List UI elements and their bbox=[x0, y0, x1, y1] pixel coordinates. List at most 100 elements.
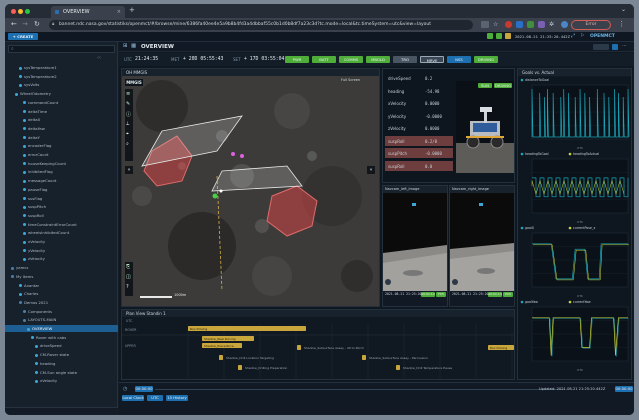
status-toggle-button[interactable]: MRVE bbox=[420, 56, 444, 63]
close-tab-icon[interactable]: × bbox=[117, 6, 121, 18]
lunar-map[interactable]: MMGIS ≡ ✎ ⓘ ⟂ ⌖ ⌕ » « ⎘ ◫ ? 1000m Full S… bbox=[122, 76, 379, 306]
sidebar-item[interactable]: sysTemperature1 bbox=[5, 64, 118, 71]
sidebar-item[interactable]: deltaX bbox=[5, 116, 118, 123]
sidebar-item[interactable]: deltaTime bbox=[5, 108, 118, 115]
timeline-activity-bar[interactable] bbox=[396, 365, 400, 370]
sidebar-item[interactable]: WheelOdometry bbox=[5, 90, 118, 97]
location-icon[interactable]: ⌖ bbox=[126, 131, 129, 137]
status-toggle-button[interactable]: DRIVING bbox=[474, 56, 498, 63]
start-time-input[interactable]: 00:00:00 bbox=[135, 386, 153, 392]
extensions-puzzle-icon[interactable]: ✲ bbox=[549, 21, 554, 28]
sidebar-item[interactable]: heading bbox=[5, 360, 118, 367]
sidebar-item[interactable]: inhibitedFlag bbox=[5, 168, 118, 175]
extension-icon[interactable] bbox=[505, 21, 512, 28]
sidebar-item[interactable]: deltaY bbox=[5, 134, 118, 141]
status-toggle-button[interactable]: PWR bbox=[285, 56, 309, 63]
sidebar-item[interactable]: OVERVIEW bbox=[5, 325, 118, 332]
more-options-icon[interactable]: ⋯ bbox=[622, 43, 627, 49]
sidebar-item[interactable]: sysVolts bbox=[5, 81, 118, 88]
status-indicator-icon[interactable] bbox=[496, 33, 502, 39]
sidebar-item[interactable]: My Items bbox=[5, 273, 118, 280]
forward-icon[interactable]: → bbox=[22, 20, 28, 28]
rover-driving-button[interactable]: DRIVING bbox=[494, 83, 512, 88]
sidebar-item[interactable]: timeConstraintErrorCount bbox=[5, 221, 118, 228]
draw-icon[interactable]: ✎ bbox=[126, 101, 130, 107]
fullscreen-link[interactable]: Full Screen bbox=[341, 78, 360, 82]
telemetry-row[interactable]: suspPitch -0.0000 bbox=[385, 148, 453, 158]
view-switcher-button[interactable] bbox=[593, 44, 609, 50]
sidebar-item[interactable]: driveSpeed bbox=[5, 342, 118, 349]
sidebar-item[interactable]: sysTemperature2 bbox=[5, 73, 118, 80]
timeline-activity-bar[interactable] bbox=[482, 326, 514, 331]
sidebar-item[interactable]: wheelsInhibitedCount bbox=[5, 229, 118, 236]
sidebar-item[interactable]: messageCount bbox=[5, 177, 118, 184]
telemetry-row[interactable]: heading -54.98 bbox=[385, 86, 453, 96]
telemetry-row[interactable]: zVelocity 0.0000 bbox=[385, 123, 453, 133]
reload-icon[interactable]: ↻ bbox=[34, 20, 40, 28]
sidebar-item[interactable]: yamcs bbox=[5, 264, 118, 271]
sidebar-item[interactable]: houseKeepingCount bbox=[5, 160, 118, 167]
status-indicator-icon[interactable] bbox=[505, 33, 511, 39]
create-button[interactable]: + CREATE bbox=[8, 33, 38, 40]
layers-icon[interactable]: ≡ bbox=[126, 91, 130, 97]
status-toggle-button[interactable]: NSS bbox=[447, 56, 471, 63]
minimize-window-button[interactable] bbox=[18, 9, 23, 14]
screenshot-icon[interactable]: ◫ bbox=[126, 274, 131, 280]
profile-avatar[interactable] bbox=[561, 21, 568, 28]
search-icon[interactable]: ⌕ bbox=[126, 141, 129, 147]
telemetry-row[interactable]: suspRoll 0.2/8 bbox=[385, 135, 453, 146]
sidebar-item[interactable]: Demos 2021 bbox=[5, 299, 118, 306]
status-indicator-icon[interactable] bbox=[487, 33, 493, 39]
plan-timeline[interactable]: UTC ROVER UPPER Rov Driving Shadow_Real Driv… bbox=[122, 317, 514, 379]
share-icon[interactable] bbox=[481, 21, 489, 28]
timeline-activity-bar[interactable] bbox=[219, 355, 223, 360]
extension-icon[interactable] bbox=[527, 21, 534, 28]
close-window-button[interactable] bbox=[11, 9, 16, 14]
telemetry-row[interactable]: driveSpeed 0.2 bbox=[385, 73, 453, 83]
sidebar-item[interactable]: suspRoll bbox=[5, 212, 118, 219]
sidebar-item[interactable]: CM-Rover state bbox=[5, 351, 118, 358]
tree-search-input[interactable]: ⌕ bbox=[8, 45, 115, 53]
profile-error-button[interactable]: Error bbox=[571, 20, 611, 30]
stacked-plots[interactable]: distanceToGoal UTC headingToGoal headingToA… bbox=[518, 77, 631, 379]
sidebar-item[interactable]: Rover with cabs bbox=[5, 334, 118, 341]
timeline-activity-bar[interactable] bbox=[362, 355, 366, 360]
maximize-window-button[interactable] bbox=[25, 9, 30, 14]
sidebar-item[interactable]: commandCount bbox=[5, 99, 118, 106]
browser-menu-icon[interactable]: ⋮ bbox=[618, 20, 625, 28]
collapse-sidebar-icon[interactable]: ‹‹ bbox=[97, 55, 101, 61]
time-system-select[interactable]: UTC bbox=[147, 395, 163, 401]
new-tab-button[interactable]: + bbox=[129, 6, 135, 14]
sidebar-item[interactable]: xVelocity bbox=[5, 238, 118, 245]
sidebar-item[interactable]: yVelocity bbox=[5, 247, 118, 254]
expand-left-icon[interactable]: » bbox=[125, 166, 133, 174]
expand-right-icon[interactable]: « bbox=[367, 166, 375, 174]
sidebar-item[interactable]: Components bbox=[5, 308, 118, 315]
link-icon[interactable]: ⎘ bbox=[126, 264, 130, 270]
sidebar-item[interactable]: LAYOUTS-MAIN bbox=[5, 316, 118, 323]
extension-icon[interactable] bbox=[538, 21, 545, 28]
timeline-activity-bar[interactable] bbox=[238, 365, 242, 370]
status-toggle-button[interactable]: BATT bbox=[312, 56, 336, 63]
address-bar[interactable]: 🔒︎ bannet.ndc.nasa.gov/statistiks/openmc… bbox=[49, 20, 473, 30]
notifications-icon[interactable]: ⚐ bbox=[580, 33, 584, 39]
telemetry-row[interactable]: suspRoll 0.0 bbox=[385, 160, 453, 171]
status-toggle-button[interactable]: TRO bbox=[393, 56, 417, 63]
end-time-input[interactable]: 00:00:00 bbox=[615, 386, 633, 392]
sidebar-item[interactable]: deltaYaw bbox=[5, 125, 118, 132]
sidebar-item[interactable]: errorCount bbox=[5, 151, 118, 158]
tab-search-icon[interactable]: ⌄ bbox=[621, 6, 626, 13]
clock-mode-select[interactable]: Local Clock bbox=[122, 395, 144, 401]
telemetry-row[interactable]: yVelocity -0.0000 bbox=[385, 111, 453, 121]
sidebar-item[interactable]: Anantar bbox=[5, 282, 118, 289]
edit-button[interactable] bbox=[612, 44, 618, 50]
sidebar-item[interactable]: zVelocity bbox=[5, 255, 118, 262]
help-icon[interactable]: ? bbox=[126, 284, 129, 290]
sidebar-item[interactable]: CM-Sun angle state bbox=[5, 369, 118, 376]
history-select[interactable]: 15 History bbox=[166, 395, 188, 401]
rover-sun-button[interactable]: SUN bbox=[478, 83, 492, 88]
status-toggle-button[interactable]: COMMS bbox=[339, 56, 363, 63]
bookmark-star-icon[interactable]: ☆ bbox=[493, 21, 498, 28]
sidebar-item[interactable]: xVelocity bbox=[5, 377, 118, 384]
browser-tab[interactable]: OVERVIEW × bbox=[51, 6, 125, 18]
